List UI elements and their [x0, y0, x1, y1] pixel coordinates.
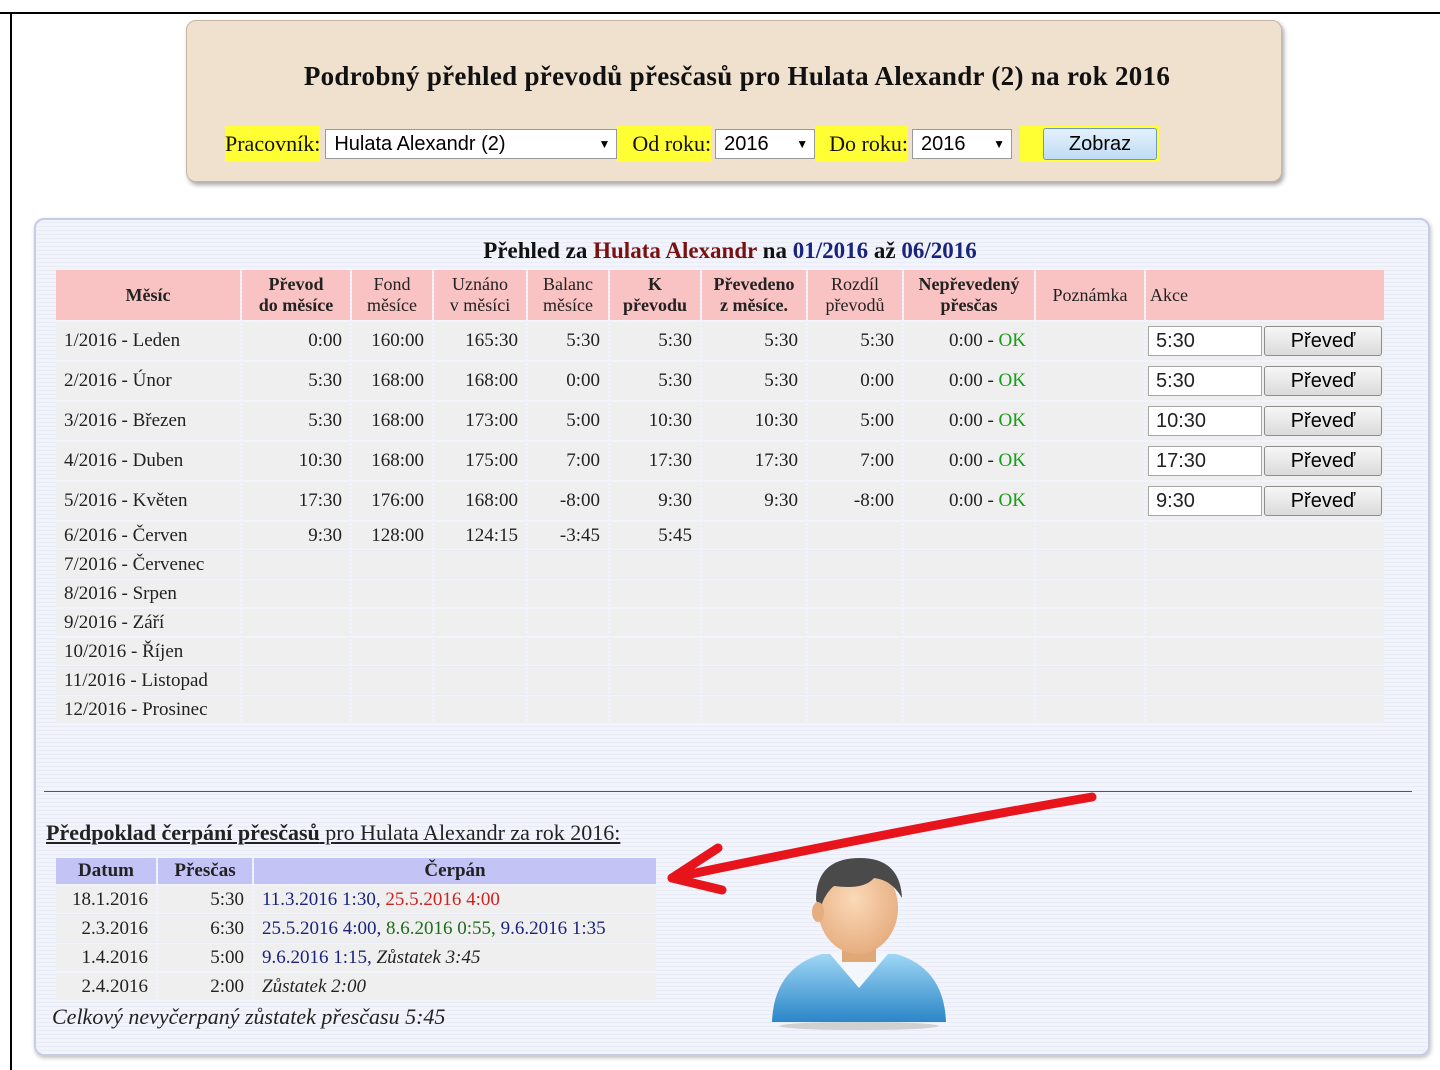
red-arrow-icon	[667, 792, 1097, 895]
user-avatar-icon	[772, 858, 946, 1030]
